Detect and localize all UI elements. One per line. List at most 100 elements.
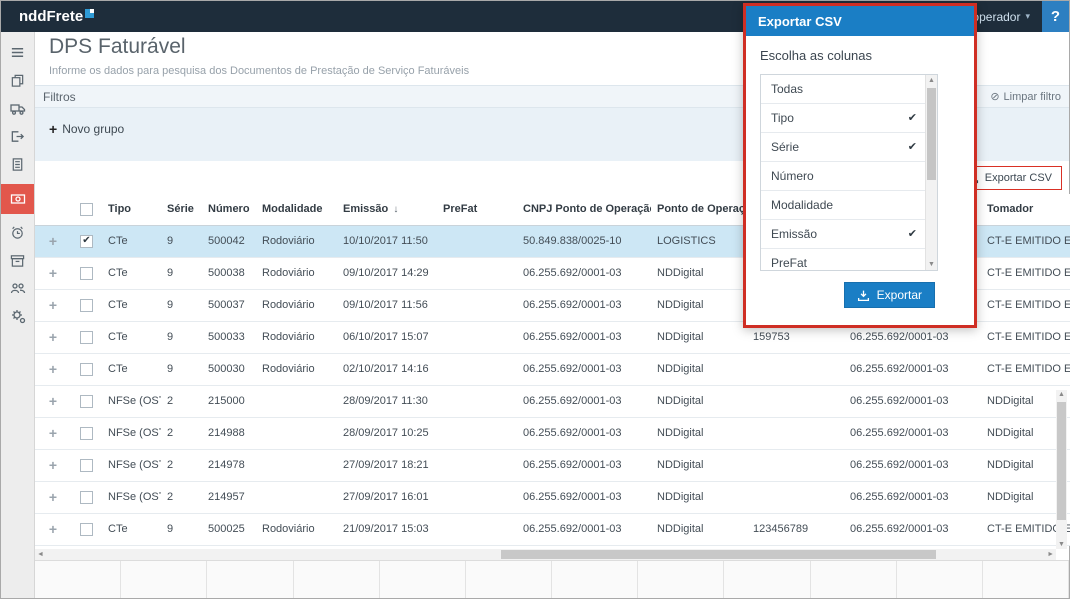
export-icon[interactable] bbox=[1, 122, 34, 150]
check-icon: ✔ bbox=[908, 133, 917, 162]
horizontal-scrollbar[interactable]: ◄ ► bbox=[35, 549, 1056, 560]
expand-row-button[interactable]: + bbox=[49, 425, 57, 441]
cell-emissao: 28/09/2017 10:25 bbox=[337, 417, 437, 449]
cell-prefat bbox=[437, 353, 517, 385]
cell-tomador: CT-E EMITIDO EM bbox=[981, 353, 1070, 385]
expand-row-button[interactable]: + bbox=[49, 265, 57, 281]
billing-icon[interactable] bbox=[1, 184, 34, 214]
row-checkbox[interactable]: ✔ bbox=[80, 299, 93, 312]
row-checkbox[interactable]: ✔ bbox=[80, 491, 93, 504]
cell-ponto: NDDigital bbox=[651, 481, 747, 513]
settings-icon[interactable] bbox=[1, 302, 34, 330]
scroll-up-icon[interactable]: ▲ bbox=[1058, 391, 1065, 398]
horizontal-scrollbar-thumb[interactable] bbox=[501, 550, 936, 559]
header-tipo[interactable]: Tipo bbox=[102, 194, 161, 225]
archive-icon[interactable] bbox=[1, 246, 34, 274]
table-row[interactable]: + ✔ NFSe (OST) 2 214957 27/09/2017 16:01… bbox=[35, 481, 1070, 513]
scroll-right-icon[interactable]: ► bbox=[1047, 551, 1054, 558]
document-icon[interactable] bbox=[1, 150, 34, 178]
cell-serie: 9 bbox=[161, 289, 202, 321]
expand-row-button[interactable]: + bbox=[49, 233, 57, 249]
list-scroll-up-icon[interactable]: ▲ bbox=[928, 77, 935, 84]
row-checkbox[interactable]: ✔ bbox=[80, 235, 93, 248]
cell-tipo: NFSe (OST) bbox=[102, 385, 161, 417]
column-option[interactable]: Número ✔ bbox=[761, 162, 937, 191]
expand-row-button[interactable]: + bbox=[49, 393, 57, 409]
header-emissao[interactable]: Emissão ↓ bbox=[337, 194, 437, 225]
clear-filter-button[interactable]: ⊘ Limpar filtro bbox=[990, 90, 1061, 103]
row-checkbox[interactable]: ✔ bbox=[80, 331, 93, 344]
row-checkbox[interactable]: ✔ bbox=[80, 427, 93, 440]
column-option[interactable]: Emissão ✔ bbox=[761, 220, 937, 249]
column-option[interactable]: Modalidade ✔ bbox=[761, 191, 937, 220]
scroll-down-icon[interactable]: ▼ bbox=[1058, 541, 1065, 548]
table-row[interactable]: + ✔ NFSe (OST) 2 214978 27/09/2017 18:21… bbox=[35, 449, 1070, 481]
header-prefat[interactable]: PreFat bbox=[437, 194, 517, 225]
expand-row-button[interactable]: + bbox=[49, 489, 57, 505]
menu-icon[interactable] bbox=[1, 38, 34, 66]
vertical-scrollbar-thumb[interactable] bbox=[1057, 402, 1066, 520]
row-checkbox[interactable]: ✔ bbox=[80, 267, 93, 280]
cell-cnpj-ponto: 06.255.692/0001-03 bbox=[517, 385, 651, 417]
cell-tomador: CT-E EMITIDO EM bbox=[981, 321, 1070, 353]
header-emissao-label: Emissão bbox=[343, 203, 388, 215]
header-modalidade[interactable]: Modalidade bbox=[256, 194, 337, 225]
cell-cnpj-tomador: 06.255.692/0001-03 bbox=[844, 417, 981, 449]
table-row[interactable]: + ✔ NFSe (OST) 2 214988 28/09/2017 10:25… bbox=[35, 417, 1070, 449]
cell-cnpj-ponto: 06.255.692/0001-03 bbox=[517, 513, 651, 545]
table-row[interactable]: + ✔ NFSe (OST) 2 215000 28/09/2017 11:30… bbox=[35, 385, 1070, 417]
new-group-button[interactable]: + Novo grupo bbox=[49, 121, 124, 137]
users-icon[interactable] bbox=[1, 274, 34, 302]
list-scroll-down-icon[interactable]: ▼ bbox=[928, 261, 935, 268]
cell-cnpj-tomador: 06.255.692/0001-03 bbox=[844, 385, 981, 417]
header-numero[interactable]: Número bbox=[202, 194, 256, 225]
cell-tipo: NFSe (OST) bbox=[102, 481, 161, 513]
cell-tipo: NFSe (OST) bbox=[102, 449, 161, 481]
list-scrollbar-thumb[interactable] bbox=[927, 88, 936, 180]
row-checkbox[interactable]: ✔ bbox=[80, 523, 93, 536]
cell-emissao: 06/10/2017 15:07 bbox=[337, 321, 437, 353]
table-row[interactable]: + ✔ CTe 9 500030 Rodoviário 02/10/2017 1… bbox=[35, 353, 1070, 385]
row-checkbox[interactable]: ✔ bbox=[80, 363, 93, 376]
header-select-all[interactable] bbox=[71, 194, 102, 225]
scroll-left-icon[interactable]: ◄ bbox=[37, 551, 44, 558]
column-option[interactable]: Tipo ✔ bbox=[761, 104, 937, 133]
cell-emissao: 09/10/2017 14:29 bbox=[337, 257, 437, 289]
cell-emissao: 10/10/2017 11:50 bbox=[337, 225, 437, 257]
truck-icon[interactable] bbox=[1, 94, 34, 122]
cell-numero2 bbox=[747, 449, 844, 481]
row-checkbox[interactable]: ✔ bbox=[80, 459, 93, 472]
cell-cnpj-ponto: 06.255.692/0001-03 bbox=[517, 417, 651, 449]
export-button-label: Exportar bbox=[877, 288, 922, 302]
header-ponto[interactable]: Ponto de Operação bbox=[651, 194, 747, 225]
cell-numero: 500033 bbox=[202, 321, 256, 353]
cell-tipo: CTe bbox=[102, 225, 161, 257]
footer-cell bbox=[35, 561, 121, 598]
select-all-checkbox[interactable] bbox=[80, 203, 93, 216]
copy-icon[interactable] bbox=[1, 66, 34, 94]
expand-row-button[interactable]: + bbox=[49, 329, 57, 345]
alarm-icon[interactable] bbox=[1, 218, 34, 246]
column-option[interactable]: Todas ✔ bbox=[761, 75, 937, 104]
expand-row-button[interactable]: + bbox=[49, 361, 57, 377]
vertical-scrollbar[interactable]: ▲ ▼ bbox=[1056, 390, 1067, 549]
table-row[interactable]: + ✔ CTe 9 500025 Rodoviário 21/09/2017 1… bbox=[35, 513, 1070, 545]
cell-numero2 bbox=[747, 353, 844, 385]
cell-emissao: 27/09/2017 16:01 bbox=[337, 481, 437, 513]
expand-row-button[interactable]: + bbox=[49, 521, 57, 537]
column-option-label: Todas bbox=[771, 82, 803, 96]
header-cnpj-ponto[interactable]: CNPJ Ponto de Operação bbox=[517, 194, 651, 225]
cell-serie: 9 bbox=[161, 513, 202, 545]
header-tomador[interactable]: Tomador bbox=[981, 194, 1070, 225]
expand-row-button[interactable]: + bbox=[49, 457, 57, 473]
export-button[interactable]: Exportar bbox=[844, 282, 935, 308]
header-serie[interactable]: Série bbox=[161, 194, 202, 225]
list-scrollbar[interactable]: ▲ ▼ bbox=[925, 75, 937, 270]
expand-row-button[interactable]: + bbox=[49, 297, 57, 313]
brand-cube-icon bbox=[85, 9, 94, 18]
column-option[interactable]: Série ✔ bbox=[761, 133, 937, 162]
cell-serie: 9 bbox=[161, 225, 202, 257]
row-checkbox[interactable]: ✔ bbox=[80, 395, 93, 408]
help-button[interactable]: ? bbox=[1042, 1, 1069, 32]
column-option[interactable]: PreFat ✔ bbox=[761, 249, 937, 271]
